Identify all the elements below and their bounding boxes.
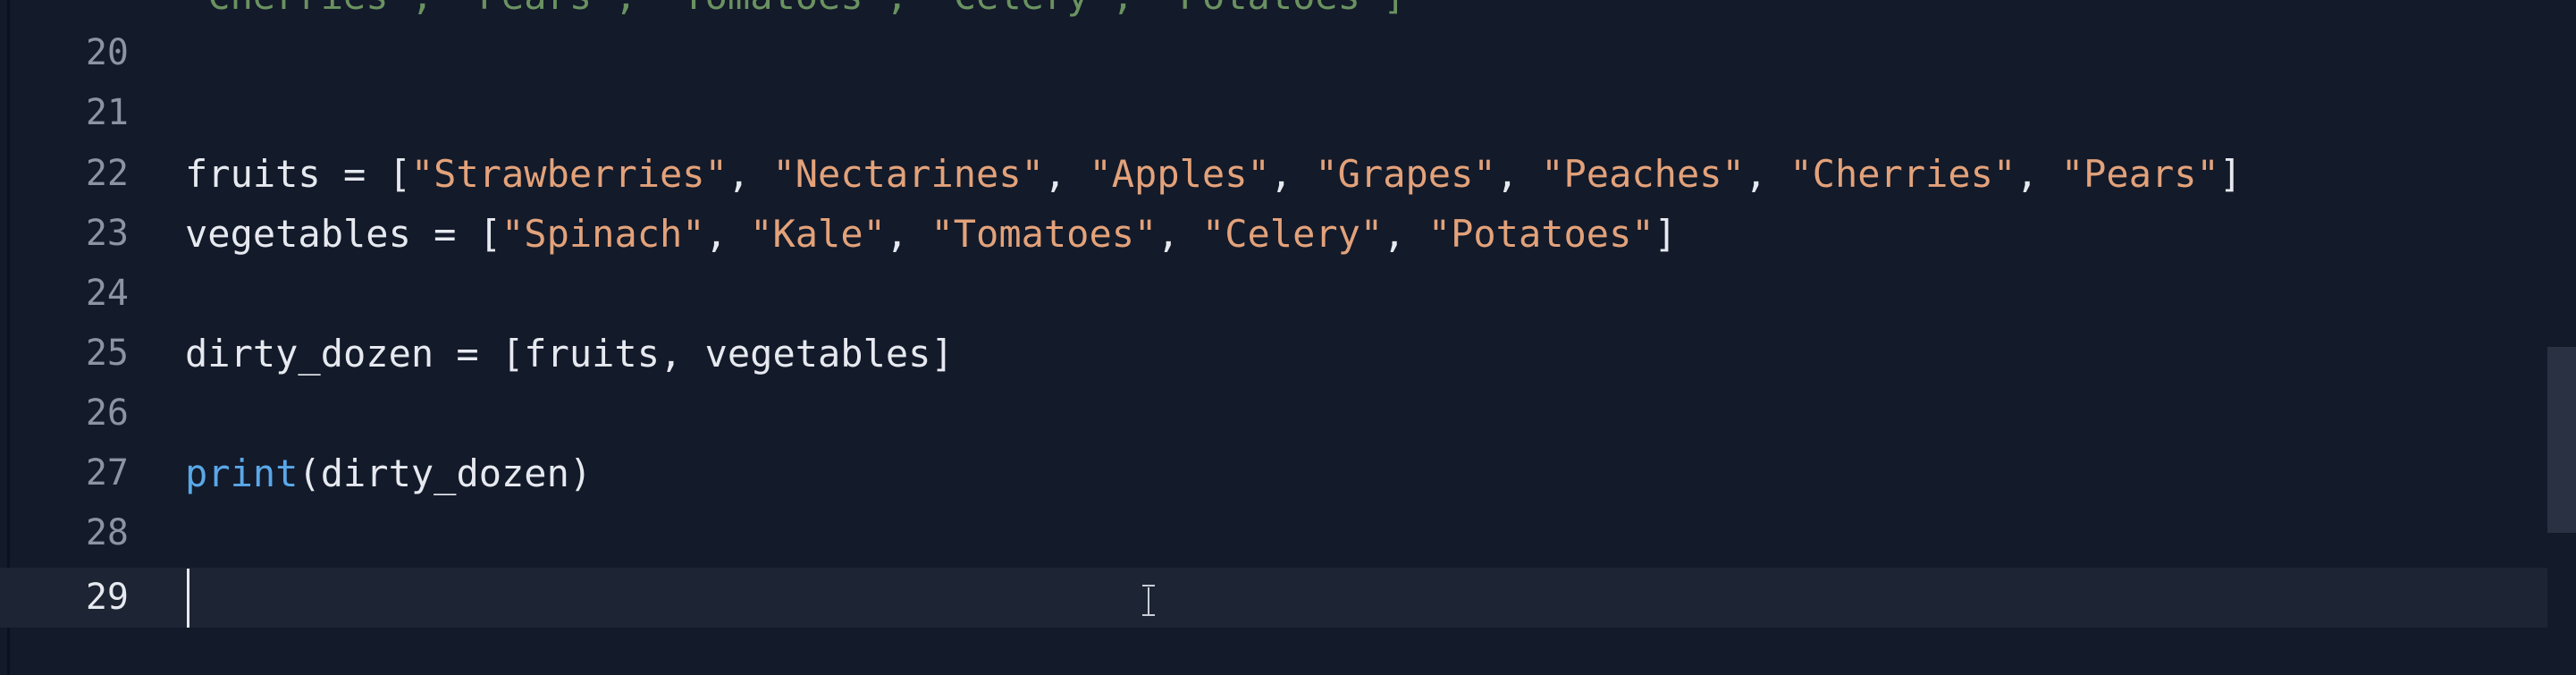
code-line-20[interactable]: 20 — [0, 23, 2547, 83]
vertical-scrollbar-thumb[interactable] — [2547, 347, 2576, 533]
line-number: 25 — [85, 333, 129, 374]
code-line-25[interactable]: 25 dirty_dozen = [fruits, vegetables] — [0, 324, 2547, 384]
code-text: print(dirty_dozen) — [185, 451, 593, 495]
code-line-23[interactable]: 23 vegetables = ["Spinach", "Kale", "Tom… — [0, 204, 2547, 264]
code-text: dirty_dozen = [fruits, vegetables] — [185, 332, 954, 375]
line-number: 21 — [85, 92, 129, 133]
line-number: 27 — [85, 452, 129, 494]
ibeam-cursor-icon — [1142, 585, 1155, 617]
line-number-current: 29 — [85, 577, 129, 618]
code-line-partial[interactable]: "Cherries", "Pears", "Tomatoes", "Celery… — [0, 0, 2547, 26]
vertical-scrollbar-track[interactable] — [2547, 0, 2576, 675]
code-line-29-current[interactable]: 29 — [0, 568, 2547, 628]
code-text: vegetables = ["Spinach", "Kale", "Tomato… — [185, 212, 1677, 256]
code-line-24[interactable]: 24 — [0, 264, 2547, 324]
code-line-27[interactable]: 27 print(dirty_dozen) — [0, 443, 2547, 503]
line-number: 23 — [85, 213, 129, 254]
code-text: fruits = ["Strawberries", "Nectarines", … — [185, 152, 2243, 196]
line-number: 28 — [85, 512, 129, 553]
line-number: 24 — [85, 273, 129, 314]
code-editor[interactable]: "Cherries", "Pears", "Tomatoes", "Celery… — [0, 0, 2576, 675]
line-number: 22 — [85, 153, 129, 194]
code-line-21[interactable]: 21 — [0, 83, 2547, 143]
code-line-22[interactable]: 22 fruits = ["Strawberries", "Nectarines… — [0, 144, 2547, 204]
text-caret — [187, 569, 189, 628]
line-number: 20 — [85, 32, 129, 73]
code-line-28[interactable]: 28 — [0, 503, 2547, 563]
code-text: "Cherries", "Pears", "Tomatoes", "Celery… — [185, 0, 1406, 26]
code-line-26[interactable]: 26 — [0, 384, 2547, 443]
line-number: 26 — [85, 392, 129, 434]
